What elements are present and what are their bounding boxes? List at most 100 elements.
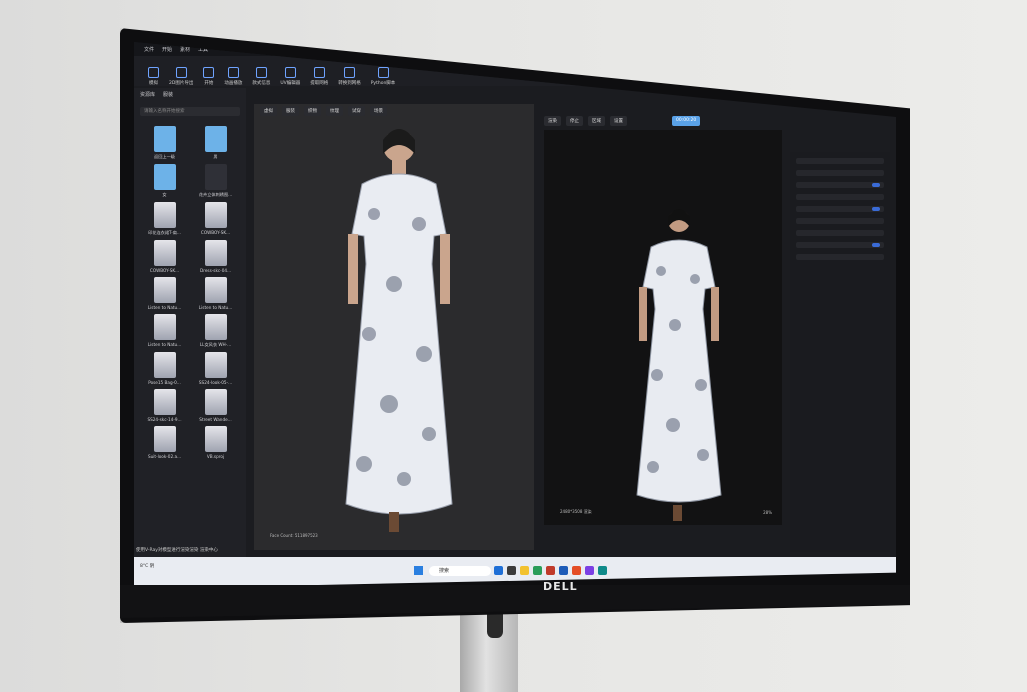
garment-thumbnail <box>153 314 176 340</box>
property-row[interactable] <box>796 158 884 164</box>
viewport-3d-tabs: 虚拟 服装 织物 纹理 试穿 场景 <box>260 106 387 116</box>
tool-extract-mesh[interactable]: 提取网格 <box>310 67 328 86</box>
asset-item[interactable]: Listen to Natu... <box>142 314 187 348</box>
tab-tryon[interactable]: 试穿 <box>348 106 365 116</box>
asset-item[interactable]: 印花连衣裙T-肩... <box>142 202 187 236</box>
export-icon <box>175 67 187 78</box>
asset-item[interactable]: LL女风衣 WH-... <box>193 314 238 348</box>
tab-avatar[interactable]: 虚拟 <box>260 106 277 116</box>
tab-garment-view[interactable]: 服装 <box>282 106 299 116</box>
asset-item[interactable]: 男 <box>193 126 238 160</box>
asset-label: 印花连衣裙T-肩... <box>148 230 181 235</box>
render-timer: 00:00:20 <box>672 116 701 126</box>
tool-animation[interactable]: 动画播放 <box>224 67 242 86</box>
asset-item[interactable]: 花卉立体刺绣图... <box>193 164 238 198</box>
asset-item[interactable]: 女 <box>142 164 187 198</box>
render-viewport[interactable]: 渲染 停止 区域 设置 00:00:20 2480*3508 渲染 28% <box>544 116 782 525</box>
garment-thumbnail <box>204 277 227 303</box>
taskbar-apps <box>494 566 607 575</box>
tool-convert-mesh[interactable]: 转换到网格 <box>338 67 361 86</box>
asset-label: LL女风衣 WH-... <box>199 342 232 347</box>
asset-item[interactable]: SS24-skc-14-9... <box>142 389 187 422</box>
taskbar-app-icon[interactable] <box>494 566 503 575</box>
window-title: Style3D <box>466 46 486 52</box>
property-row[interactable] <box>796 242 884 248</box>
garment-thumbnail <box>204 352 227 378</box>
property-row[interactable] <box>796 230 884 236</box>
asset-item[interactable]: SS24-look-05-... <box>193 352 238 385</box>
asset-item[interactable]: COWBOY-SK... <box>193 202 238 236</box>
tool-simulate[interactable]: 模拟 <box>148 67 159 86</box>
windows-start-icon[interactable] <box>414 566 423 575</box>
tab-render[interactable]: 渲染 <box>544 116 561 126</box>
asset-label: Pose15 Bag-0... <box>148 380 181 385</box>
folder-icon <box>153 164 176 190</box>
toggle-switch[interactable] <box>872 243 880 247</box>
garment-thumbnail <box>204 426 227 452</box>
garment-thumbnail <box>204 314 227 340</box>
render-zoom: 28% <box>763 510 772 515</box>
tab-settings[interactable]: 设置 <box>610 116 627 126</box>
taskbar-app-icon[interactable] <box>533 566 542 575</box>
taskbar-app-icon[interactable] <box>598 566 607 575</box>
taskbar-app-icon[interactable] <box>546 566 555 575</box>
taskbar-app-icon[interactable] <box>559 566 568 575</box>
taskbar-app-icon[interactable] <box>507 566 516 575</box>
asset-label: 女 <box>162 192 167 197</box>
toggle-switch[interactable] <box>872 207 880 211</box>
property-row[interactable] <box>796 194 884 200</box>
asset-item[interactable]: Listen to Natu... <box>193 277 238 310</box>
face-count: Face Count: 511897523 <box>270 533 318 538</box>
viewport-3d[interactable]: 虚拟 服装 织物 纹理 试穿 场景 Face Count: 511897523 <box>254 104 534 550</box>
asset-item[interactable]: COWBOY-SK... <box>142 240 187 273</box>
taskbar-app-icon[interactable] <box>520 566 529 575</box>
asset-item[interactable]: 返回上一级 <box>142 126 187 160</box>
search-input[interactable]: 请输入名称开始搜索 <box>140 107 240 116</box>
asset-item[interactable]: Dress-skc-04... <box>193 240 238 273</box>
asset-item[interactable]: Suit-look-02.a... <box>142 426 187 459</box>
render-resolution: 2480*3508 渲染 <box>560 509 592 514</box>
garment-thumbnail <box>204 389 227 415</box>
folder-icon <box>204 126 227 152</box>
toggle-switch[interactable] <box>872 183 880 187</box>
property-row[interactable] <box>796 182 884 188</box>
tool-uv-editor[interactable]: UV编辑器 <box>280 67 300 86</box>
taskbar-app-icon[interactable] <box>572 566 581 575</box>
tab-region[interactable]: 区域 <box>588 116 605 126</box>
asset-label: Dress-skc-04... <box>199 268 232 273</box>
property-row[interactable] <box>796 170 884 176</box>
menu-file[interactable]: 文件 <box>144 46 154 53</box>
asset-item[interactable]: VB.sproj <box>193 426 238 459</box>
property-panel <box>790 152 890 552</box>
asset-label: Street Wande... <box>199 417 232 422</box>
asset-item[interactable]: Pose15 Bag-0... <box>142 352 187 385</box>
dell-logo: DELL <box>543 580 578 593</box>
property-row[interactable] <box>796 206 884 212</box>
taskbar-app-icon[interactable] <box>585 566 594 575</box>
play-icon <box>227 67 239 78</box>
asset-item[interactable]: Listen to Natu... <box>142 277 187 310</box>
taskbar-search[interactable]: 搜索 <box>429 566 491 576</box>
tab-stop[interactable]: 停止 <box>566 116 583 126</box>
tool-python[interactable]: Python脚本 <box>371 67 395 86</box>
tab-garment[interactable]: 服装 <box>163 91 173 98</box>
tab-scene[interactable]: 场景 <box>370 106 387 116</box>
property-row[interactable] <box>796 254 884 260</box>
tool-style-info[interactable]: 款式信息 <box>252 67 270 86</box>
tab-fabric[interactable]: 织物 <box>304 106 321 116</box>
garment-thumbnail <box>204 240 227 266</box>
folder-icon <box>153 126 176 152</box>
garment-thumbnail <box>204 164 227 190</box>
tab-texture[interactable]: 纹理 <box>326 106 343 116</box>
garment-thumbnail <box>153 389 176 415</box>
tool-start[interactable]: 开始 <box>203 67 215 86</box>
tool-export-2d[interactable]: 2D图片导出 <box>169 67 193 86</box>
garment-thumbnail <box>153 352 176 378</box>
tab-library[interactable]: 资源库 <box>140 91 155 98</box>
menu-start[interactable]: 开始 <box>162 46 172 53</box>
start-icon <box>203 67 215 78</box>
asset-item[interactable]: Street Wande... <box>193 389 238 422</box>
weather-widget[interactable]: 8°C 阴 <box>140 563 154 569</box>
property-row[interactable] <box>796 218 884 224</box>
screen: 文件 开始 素材 工具 Style3D 模拟 2D图片导出 开始 动画播放 款式… <box>134 42 896 589</box>
